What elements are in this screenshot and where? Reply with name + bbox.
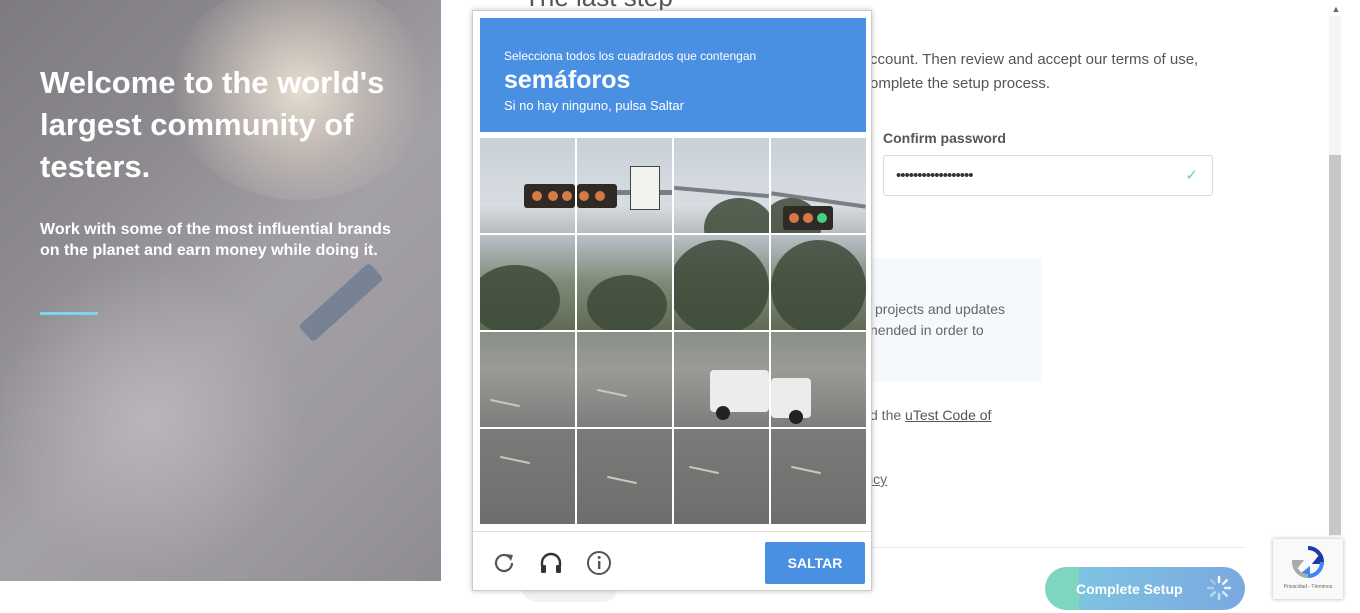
reload-icon[interactable] — [491, 550, 517, 576]
captcha-tile[interactable] — [480, 332, 575, 427]
captcha-instruction: Selecciona todos los cuadrados que conte… — [504, 49, 757, 63]
captcha-tile[interactable] — [480, 235, 575, 330]
captcha-tile[interactable] — [480, 429, 575, 524]
password-mask: •••••••••••••••••• — [896, 167, 974, 184]
captcha-header: Selecciona todos los cuadrados que conte… — [480, 18, 866, 132]
notification-info-box: projects and updates nended in order to — [870, 258, 1042, 382]
captcha-tile[interactable] — [771, 429, 866, 524]
code-of-conduct-link[interactable]: uTest Code of — [905, 407, 991, 423]
confirm-password-field[interactable]: •••••••••••••••••• ✓ — [883, 155, 1213, 196]
captcha-hint: Si no hay ninguno, pulsa Saltar — [504, 98, 684, 113]
captcha-tile[interactable] — [480, 138, 575, 233]
captcha-tile[interactable] — [771, 235, 866, 330]
captcha-tile[interactable] — [577, 235, 672, 330]
complete-setup-label: Complete Setup — [1076, 581, 1183, 597]
hero-accent-line — [40, 312, 98, 315]
privacy-link[interactable]: icy — [870, 471, 887, 487]
hero-title: Welcome to the world's largest community… — [40, 65, 385, 184]
skip-button[interactable]: SALTAR — [765, 542, 865, 584]
recaptcha-badge[interactable]: Privacidad - Términos — [1273, 539, 1343, 599]
terms-prefix: d the — [870, 407, 906, 423]
info-text-line2: nended in order to — [870, 322, 984, 338]
complete-setup-button[interactable]: Complete Setup — [1045, 567, 1245, 610]
phone-image — [298, 262, 384, 343]
captcha-dialog: Selecciona todos los cuadrados que conte… — [472, 10, 872, 591]
captcha-tile[interactable] — [577, 429, 672, 524]
check-icon: ✓ — [1185, 167, 1198, 184]
scroll-up-arrow-icon[interactable]: ▲ — [1329, 2, 1343, 16]
captcha-tile[interactable] — [674, 138, 769, 233]
loading-spinner-icon — [1206, 575, 1232, 601]
captcha-tile[interactable] — [674, 429, 769, 524]
info-icon[interactable] — [586, 550, 612, 576]
captcha-tile[interactable] — [674, 235, 769, 330]
divider — [870, 547, 1245, 548]
captcha-target: semáforos — [504, 66, 631, 94]
form-description: ccount. Then review and accept our terms… — [870, 51, 1199, 92]
terms-text: d the uTest Code of — [870, 407, 991, 423]
captcha-tile[interactable] — [771, 332, 866, 427]
captcha-tile[interactable] — [577, 332, 672, 427]
info-text-line1: projects and updates — [875, 301, 1005, 317]
headphones-icon[interactable] — [538, 550, 564, 576]
captcha-tile[interactable] — [674, 332, 769, 427]
captcha-footer: SALTAR — [473, 531, 871, 591]
confirm-password-label: Confirm password — [883, 130, 1006, 146]
hero-panel: Welcome to the world's largest community… — [0, 0, 441, 581]
hero-photo-shade — [0, 260, 300, 580]
recaptcha-terms[interactable]: Privacidad - Términos — [1273, 584, 1343, 590]
hero-subtitle: Work with some of the most influential b… — [40, 221, 391, 259]
captcha-image-grid — [480, 138, 866, 524]
recaptcha-logo-icon — [1291, 546, 1325, 579]
captcha-tile[interactable] — [577, 138, 672, 233]
captcha-tile[interactable] — [771, 138, 866, 233]
scrollbar-thumb[interactable] — [1329, 155, 1341, 535]
